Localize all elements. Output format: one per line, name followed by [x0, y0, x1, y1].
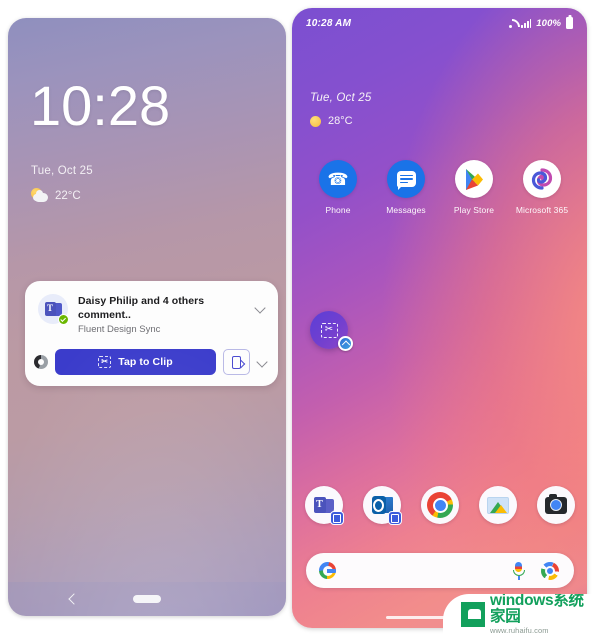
notification-header: T Daisy Philip and 4 others comment.. Fl…: [34, 293, 269, 337]
sunny-icon: [310, 115, 321, 127]
app-messages[interactable]: Messages: [372, 160, 440, 215]
phone-icon: ☎: [319, 160, 357, 198]
lock-screen-date: Tue, Oct 25: [31, 165, 93, 177]
app-label-phone: Phone: [325, 205, 351, 215]
home-screen-weather: 28°C: [310, 115, 353, 127]
partly-cloudy-icon: [31, 188, 48, 203]
notification-subtitle: Fluent Design Sync: [78, 324, 161, 335]
app-play-store[interactable]: Play Store: [440, 160, 508, 215]
app-label-play-store: Play Store: [453, 205, 495, 215]
google-photos-icon: [487, 496, 509, 514]
home-screen-date: Tue, Oct 25: [310, 92, 372, 104]
right-phone-wallpaper: 10:28 AM 100% Tue, Oct 25 28°C ☎ Phone M…: [292, 8, 587, 628]
notification-text-block: Daisy Philip and 4 others comment.. Flue…: [78, 293, 245, 337]
microsoft-teams-icon: T: [38, 294, 69, 325]
messages-icon: [387, 160, 425, 198]
dock-item-chrome[interactable]: [421, 486, 459, 524]
chevron-down-icon-secondary[interactable]: [257, 356, 269, 368]
app-microsoft-365[interactable]: Microsoft 365: [508, 160, 576, 215]
status-bar-time: 10:28 AM: [306, 17, 352, 29]
dock-item-outlook[interactable]: [363, 486, 402, 525]
send-to-phone-icon: [232, 355, 241, 369]
scissors-clip-icon: [320, 322, 338, 338]
play-store-icon: [455, 160, 493, 198]
battery-full-icon: [566, 17, 573, 29]
google-lens-icon[interactable]: [541, 561, 559, 580]
google-g-icon: [319, 562, 336, 579]
left-phone-wallpaper: 10:28 Tue, Oct 25 22°C T Daisy Philip an…: [8, 18, 286, 616]
home-pill-icon[interactable]: [133, 595, 161, 603]
app-label-messages: Messages: [386, 205, 426, 215]
link-to-windows-badge-icon: [338, 336, 353, 351]
app-phone[interactable]: ☎ Phone: [304, 160, 372, 215]
outlook-badge: [388, 511, 402, 525]
scissors-clip-icon: [98, 356, 112, 368]
left-phone-lock-screen: 10:28 Tue, Oct 25 22°C T Daisy Philip an…: [8, 18, 286, 616]
tap-to-clip-button[interactable]: Tap to Clip: [55, 349, 216, 375]
app-grid-row: ☎ Phone Messages Play Store Microsoft 36…: [304, 160, 576, 215]
home-screen-temperature: 28°C: [328, 115, 353, 127]
watermark-title: windows系统家园: [490, 594, 584, 625]
tap-to-clip-label: Tap to Clip: [118, 356, 173, 368]
cellular-signal-icon: [521, 18, 532, 28]
available-check-badge: [58, 314, 69, 325]
back-chevron-icon[interactable]: [66, 592, 80, 606]
microphone-icon[interactable]: [511, 561, 526, 580]
notification-actions: Tap to Clip: [34, 349, 269, 375]
right-phone-home-screen: 10:28 AM 100% Tue, Oct 25 28°C ☎ Phone M…: [292, 8, 587, 628]
dock-row: T: [305, 486, 575, 525]
chrome-icon: [427, 492, 453, 518]
status-bar-indicators: 100%: [504, 17, 573, 29]
battery-percent-label: 100%: [536, 17, 561, 29]
app-label-microsoft-365: Microsoft 365: [515, 205, 569, 215]
lock-screen-weather: 22°C: [31, 188, 81, 203]
notification-title: Daisy Philip and 4 others comment..: [78, 295, 205, 321]
dock-item-photos[interactable]: [479, 486, 517, 524]
watermark-url: www.ruhaifu.com: [490, 626, 549, 634]
dock-item-camera[interactable]: [537, 486, 575, 524]
watermark: windows系统家园 www.ruhaifu.com: [443, 594, 595, 634]
send-to-phone-button[interactable]: [223, 349, 250, 375]
status-bar: 10:28 AM 100%: [292, 8, 587, 38]
notification-card[interactable]: T Daisy Philip and 4 others comment.. Fl…: [25, 281, 278, 386]
google-search-bar[interactable]: [306, 553, 574, 588]
left-phone-navbar: [8, 582, 286, 616]
screen-share-badge: [330, 511, 344, 525]
floating-clip-bubble[interactable]: [310, 311, 353, 351]
microsoft-365-icon: [523, 160, 561, 198]
wifi-icon: [504, 18, 516, 28]
dock-item-teams[interactable]: T: [305, 486, 344, 525]
lock-screen-clock: 10:28: [30, 74, 171, 137]
camera-icon: [545, 493, 567, 514]
windows-home-logo-icon: [461, 601, 485, 627]
watermark-texts: windows系统家园 www.ruhaifu.com: [490, 594, 595, 634]
lock-screen-temperature: 22°C: [55, 189, 81, 202]
link-to-windows-icon: [34, 355, 48, 369]
chevron-down-icon[interactable]: [255, 302, 267, 314]
